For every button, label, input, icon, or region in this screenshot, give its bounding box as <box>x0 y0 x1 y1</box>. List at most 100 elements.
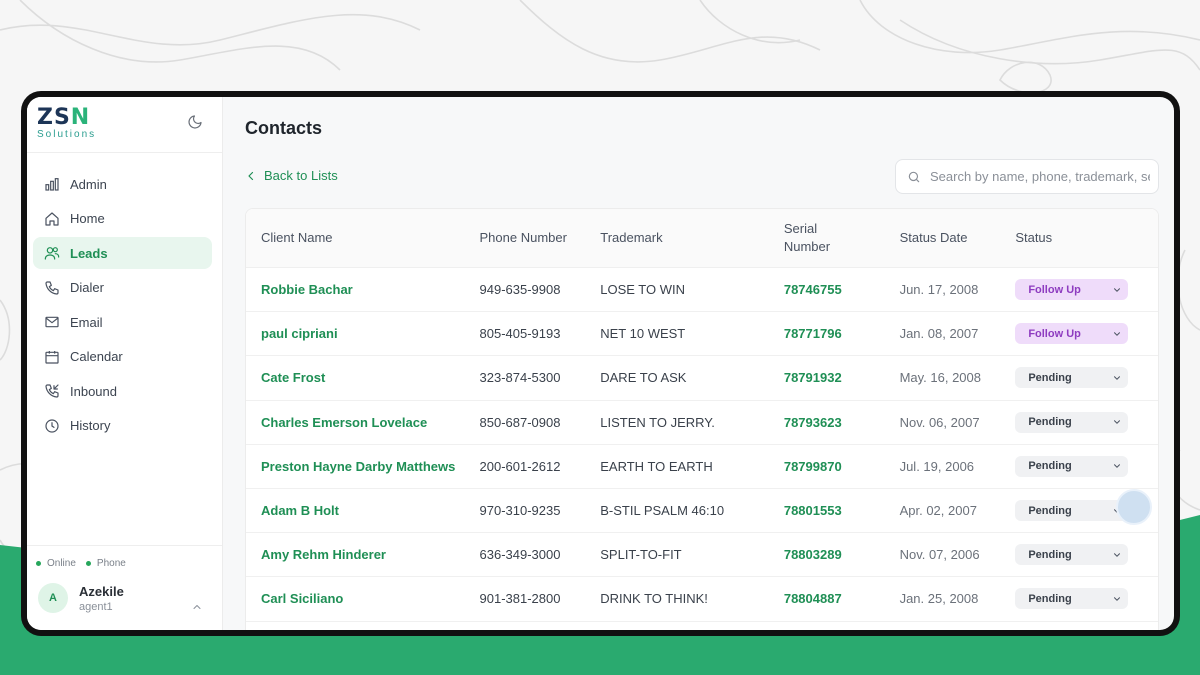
status-value: Pending <box>1028 416 1072 429</box>
status-value: Pending <box>1028 371 1072 384</box>
sidebar-item-label: Home <box>70 211 105 226</box>
serial-number-link[interactable]: 78746755 <box>784 282 900 297</box>
trademark-cell: EARTH TO EARTH <box>600 458 713 474</box>
status-cell: Pending <box>1015 455 1158 477</box>
column-header-phone-number[interactable]: Phone Number <box>480 229 601 247</box>
table-row: Cate Frost 323-874-5300 DARE TO ASK 7879193… <box>246 356 1158 401</box>
phone-dot-icon <box>85 561 91 566</box>
search-input[interactable] <box>930 169 1150 184</box>
back-to-lists-link[interactable]: Back to Lists <box>245 168 338 183</box>
user-role: agent1 <box>79 600 113 613</box>
serial-number-link[interactable]: 78801553 <box>784 503 900 518</box>
table-row: Adam B Holt 970-310-9235 B-STIL PSALM 46:1… <box>246 489 1158 534</box>
status-cell: Pending <box>1015 367 1158 389</box>
status-value: Follow Up <box>1028 327 1081 340</box>
status-dropdown[interactable]: Pending <box>1015 544 1129 566</box>
column-header-status[interactable]: Status <box>1015 229 1158 247</box>
phone-incoming-icon <box>45 384 59 398</box>
sidebar-item-leads[interactable]: Leads <box>33 237 212 269</box>
serial-number-link[interactable]: 78793623 <box>784 415 900 430</box>
help-widget-button[interactable] <box>1116 489 1152 525</box>
status-dropdown[interactable]: Pending <box>1015 500 1129 522</box>
column-header-trademark[interactable]: Trademark <box>600 229 784 247</box>
status-dropdown[interactable]: Pending <box>1015 367 1129 389</box>
table-row: Charles Emerson Lovelace 850-687-0908 LIST… <box>246 401 1158 445</box>
user-info: Azekile agent1 <box>79 584 124 613</box>
status-phone: Phone <box>85 558 126 569</box>
back-link-label: Back to Lists <box>264 168 338 183</box>
zsn-logo[interactable]: ZSN Solutions <box>37 107 96 140</box>
sidebar-item-label: Dialer <box>70 280 104 295</box>
main-content: Contacts Back to Lists Client Name Phone… <box>223 97 1174 630</box>
sidebar-item-label: Inbound <box>70 383 117 399</box>
user-name: Azekile <box>79 583 124 599</box>
serial-number-link[interactable]: 78771796 <box>784 326 900 341</box>
status-date-cell: Jun. 17, 2008 <box>899 282 979 298</box>
trademark-cell: NET 10 WEST <box>600 326 686 342</box>
status-dropdown[interactable]: Follow Up <box>1015 279 1129 301</box>
status-dropdown[interactable]: Pending <box>1015 455 1129 477</box>
users-icon <box>44 247 60 260</box>
logo-text-zs: ZS <box>37 105 71 130</box>
status-cell: Follow Up <box>1015 323 1158 345</box>
brand-header: ZSN Solutions <box>27 97 222 153</box>
column-header-client-name[interactable]: Client Name <box>246 229 480 247</box>
status-date-cell: Jan. 08, 2007 <box>899 326 979 342</box>
table-row: Robbie Bachar 949-635-9908 LOSE TO WIN 7874… <box>246 268 1158 313</box>
table-header: Client Name Phone Number Trademark Seria… <box>246 209 1158 268</box>
sidebar-nav: Admin Home Leads Dialer Email Calendar I… <box>27 153 222 442</box>
client-name-link[interactable]: Cate Frost <box>246 370 480 385</box>
sidebar-item-label: Calendar <box>70 349 123 364</box>
sidebar-item-label: History <box>70 418 111 433</box>
sidebar-footer: Online Phone A Azekile agent1 <box>27 545 222 613</box>
sidebar-item-dialer[interactable]: Dialer <box>33 272 212 304</box>
status-date-cell: Nov. 07, 2006 <box>899 547 980 563</box>
client-name-link[interactable]: Preston Hayne Darby Matthews <box>246 459 480 474</box>
app-window: ZSN Solutions Admin Home Leads Dialer Em… <box>27 97 1174 630</box>
status-date-cell: Jul. 19, 2006 <box>899 458 975 474</box>
table-row: Preston Hayne Darby Matthews 200-601-2612… <box>246 445 1158 489</box>
status-date-cell: Apr. 02, 2007 <box>899 503 977 519</box>
sidebar-item-history[interactable]: History <box>33 410 212 442</box>
serial-number-link[interactable]: 78799870 <box>784 459 900 474</box>
contacts-table: Client Name Phone Number Trademark Seria… <box>245 208 1159 630</box>
table-row: Carl Siciliano 901-381-2800 DRINK TO THINK… <box>246 577 1158 622</box>
sidebar-item-calendar[interactable]: Calendar <box>33 341 212 373</box>
connection-status: Online Phone <box>27 546 222 569</box>
status-dropdown[interactable]: Pending <box>1015 411 1129 433</box>
status-online-label: Online <box>47 558 76 569</box>
client-name-link[interactable]: Amy Rehm Hinderer <box>246 547 480 562</box>
client-name-link[interactable]: Charles Emerson Lovelace <box>246 415 480 430</box>
column-header-serial-number[interactable]: Serial Number <box>784 220 900 256</box>
moon-icon[interactable] <box>187 114 203 130</box>
status-dropdown[interactable]: Pending <box>1015 588 1129 610</box>
serial-number-link[interactable]: 78803289 <box>784 547 900 562</box>
sidebar-item-inbound[interactable]: Inbound <box>33 375 212 407</box>
serial-number-link[interactable]: 78791932 <box>784 370 900 385</box>
user-menu[interactable]: A Azekile agent1 <box>27 569 222 613</box>
sidebar-item-email[interactable]: Email <box>33 306 212 338</box>
search-icon <box>908 171 920 182</box>
serial-header-line2: Number <box>783 239 831 254</box>
search-box[interactable] <box>895 159 1159 194</box>
chevron-up-icon[interactable] <box>191 601 203 613</box>
status-value: Pending <box>1028 460 1072 473</box>
online-dot-icon <box>36 561 41 566</box>
status-date-cell: Jan. 25, 2008 <box>899 591 979 607</box>
bar-chart-icon <box>45 178 59 191</box>
client-name-link[interactable]: Carl Siciliano <box>246 591 480 606</box>
client-name-link[interactable]: paul cipriani <box>246 326 480 341</box>
status-value: Pending <box>1028 592 1072 605</box>
serial-number-link[interactable]: 78804887 <box>784 591 900 606</box>
status-date-cell: May. 16, 2008 <box>899 370 981 386</box>
client-name-link[interactable]: Robbie Bachar <box>246 282 480 297</box>
phone-number-cell: 949-635-9908 <box>479 282 561 298</box>
trademark-cell: SPLIT-TO-FIT <box>600 547 682 563</box>
client-name-link[interactable]: Adam B Holt <box>246 503 480 518</box>
chevron-down-icon <box>1114 420 1121 424</box>
column-header-status-date[interactable]: Status Date <box>900 229 1016 247</box>
logo-text-n: N <box>70 105 91 130</box>
status-dropdown[interactable]: Follow Up <box>1015 323 1129 345</box>
sidebar-item-home[interactable]: Home <box>33 203 212 235</box>
sidebar-item-admin[interactable]: Admin <box>33 168 212 200</box>
